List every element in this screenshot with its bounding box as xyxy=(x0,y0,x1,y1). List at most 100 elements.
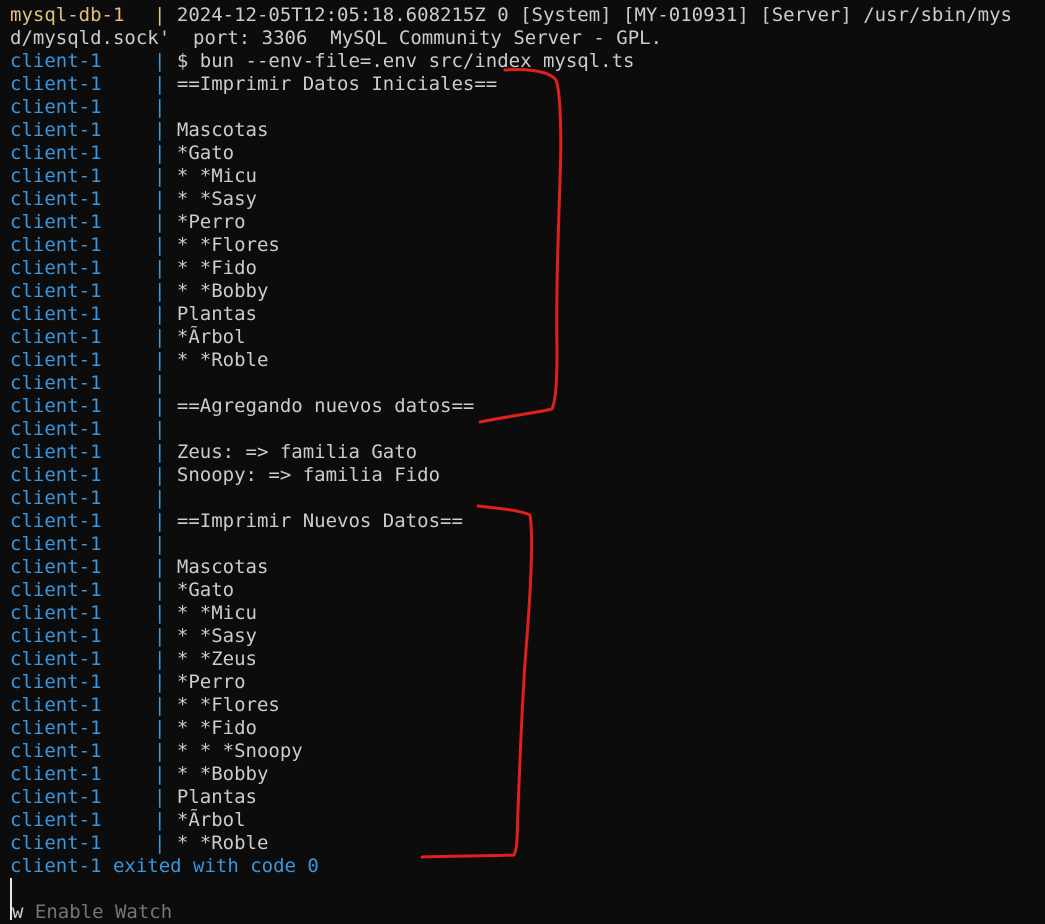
client-service-prefix: client-1 xyxy=(10,694,102,716)
mysql-log-text: 2024-12-05T12:05:18.608215Z 0 [System] [… xyxy=(176,4,1012,26)
client-log-line: client-1 | xyxy=(10,487,1045,510)
client-separator: | xyxy=(154,487,166,509)
client-log-text: $ bun --env-file=.env src/index_mysql.ts xyxy=(176,50,635,72)
client-log-line: client-1 | * *Flores xyxy=(10,694,1045,717)
watch-hint[interactable]: w Enable Watch xyxy=(12,901,172,924)
client-service-prefix: client-1 xyxy=(10,763,102,785)
client-log-lines: client-1 | $ bun --env-file=.env src/inde… xyxy=(10,50,1045,855)
client-separator: | xyxy=(154,533,166,555)
client-separator: | xyxy=(154,280,166,302)
client-log-text: * *Micu xyxy=(176,165,257,187)
client-separator: | xyxy=(154,142,166,164)
client-log-line: client-1 | * *Micu xyxy=(10,602,1045,625)
client-separator: | xyxy=(154,464,166,486)
client-log-line: client-1 | * *Sasy xyxy=(10,625,1045,648)
client-separator: | xyxy=(154,257,166,279)
mysql-separator: | xyxy=(154,4,166,26)
client-log-line: client-1 | *Ãrbol xyxy=(10,326,1045,349)
client-service-prefix: client-1 xyxy=(10,671,102,693)
client-separator: | xyxy=(154,625,166,647)
mysql-log-line-wrap: d/mysqld.sock' port: 3306 MySQL Communit… xyxy=(10,27,1045,50)
client-separator: | xyxy=(154,694,166,716)
client-log-text: Mascotas xyxy=(176,119,269,141)
client-log-text: Mascotas xyxy=(176,556,269,578)
client-log-text: * *Fido xyxy=(176,717,257,739)
client-log-text: *Perro xyxy=(176,211,246,233)
client-separator: | xyxy=(154,740,166,762)
client-service-prefix: client-1 xyxy=(10,96,102,118)
client-service-prefix: client-1 xyxy=(10,579,102,601)
client-service-prefix: client-1 xyxy=(10,257,102,279)
client-log-text: ==Imprimir Datos Iniciales== xyxy=(176,73,498,95)
client-log-text: * *Bobby xyxy=(176,763,269,785)
client-separator: | xyxy=(154,809,166,831)
client-service-prefix: client-1 xyxy=(10,395,102,417)
client-service-prefix: client-1 xyxy=(10,487,102,509)
client-log-text: * *Roble xyxy=(176,349,269,371)
client-log-text: Plantas xyxy=(176,786,257,808)
client-separator: | xyxy=(154,395,166,417)
client-log-line: client-1 | Mascotas xyxy=(10,556,1045,579)
client-separator: | xyxy=(154,648,166,670)
client-service-prefix: client-1 xyxy=(10,510,102,532)
client-log-line: client-1 | Plantas xyxy=(10,786,1045,809)
client-separator: | xyxy=(154,211,166,233)
client-service-prefix: client-1 xyxy=(10,740,102,762)
client-log-line: client-1 | * *Bobby xyxy=(10,280,1045,303)
client-log-text: *Ãrbol xyxy=(176,809,246,831)
client-log-line: client-1 | xyxy=(10,372,1045,395)
client-log-line: client-1 | *Gato xyxy=(10,142,1045,165)
client-separator: | xyxy=(154,349,166,371)
client-service-prefix: client-1 xyxy=(10,809,102,831)
client-service-prefix: client-1 xyxy=(10,73,102,95)
client-separator: | xyxy=(154,234,166,256)
client-log-line: client-1 | * *Zeus xyxy=(10,648,1045,671)
client-log-line: client-1 | xyxy=(10,96,1045,119)
client-separator: | xyxy=(154,96,166,118)
exit-message: client-1 exited with code 0 xyxy=(10,855,319,877)
client-log-line: client-1 | *Gato xyxy=(10,579,1045,602)
client-log-text: * *Roble xyxy=(176,832,269,854)
client-log-line: client-1 | *Perro xyxy=(10,671,1045,694)
client-log-text: * *Fido xyxy=(176,257,257,279)
client-separator: | xyxy=(154,579,166,601)
client-log-line: client-1 | Zeus: => familia Gato xyxy=(10,441,1045,464)
client-log-line: client-1 | Mascotas xyxy=(10,119,1045,142)
client-service-prefix: client-1 xyxy=(10,142,102,164)
client-service-prefix: client-1 xyxy=(10,556,102,578)
client-log-text: ==Agregando nuevos datos== xyxy=(176,395,475,417)
mysql-log-line: mysql-db-1 | 2024-12-05T12:05:18.608215Z … xyxy=(10,4,1045,27)
client-log-text: * *Micu xyxy=(176,602,257,624)
client-service-prefix: client-1 xyxy=(10,326,102,348)
client-log-text: Snoopy: => familia Fido xyxy=(176,464,441,486)
client-separator: | xyxy=(154,510,166,532)
client-separator: | xyxy=(154,602,166,624)
client-log-text: * * *Snoopy xyxy=(176,740,303,762)
client-log-line: client-1 | * *Bobby xyxy=(10,763,1045,786)
client-log-line: client-1 | xyxy=(10,418,1045,441)
client-separator: | xyxy=(154,119,166,141)
client-log-line: client-1 | * *Fido xyxy=(10,257,1045,280)
client-service-prefix: client-1 xyxy=(10,211,102,233)
client-separator: | xyxy=(154,188,166,210)
client-service-prefix: client-1 xyxy=(10,625,102,647)
terminal-output: mysql-db-1 | 2024-12-05T12:05:18.608215Z … xyxy=(10,4,1045,920)
client-service-prefix: client-1 xyxy=(10,533,102,555)
client-separator: | xyxy=(154,303,166,325)
client-separator: | xyxy=(154,418,166,440)
client-separator: | xyxy=(154,671,166,693)
client-separator: | xyxy=(154,717,166,739)
client-separator: | xyxy=(154,50,166,72)
client-service-prefix: client-1 xyxy=(10,234,102,256)
client-service-prefix: client-1 xyxy=(10,602,102,624)
client-log-line: client-1 | * *Sasy xyxy=(10,188,1045,211)
client-log-line: client-1 | xyxy=(10,533,1045,556)
client-service-prefix: client-1 xyxy=(10,165,102,187)
client-log-line: client-1 | *Ãrbol xyxy=(10,809,1045,832)
client-log-text: * *Bobby xyxy=(176,280,269,302)
client-service-prefix: client-1 xyxy=(10,303,102,325)
client-log-line: client-1 | * *Flores xyxy=(10,234,1045,257)
client-log-line: client-1 | Plantas xyxy=(10,303,1045,326)
client-service-prefix: client-1 xyxy=(10,464,102,486)
client-log-text: *Gato xyxy=(176,579,235,601)
